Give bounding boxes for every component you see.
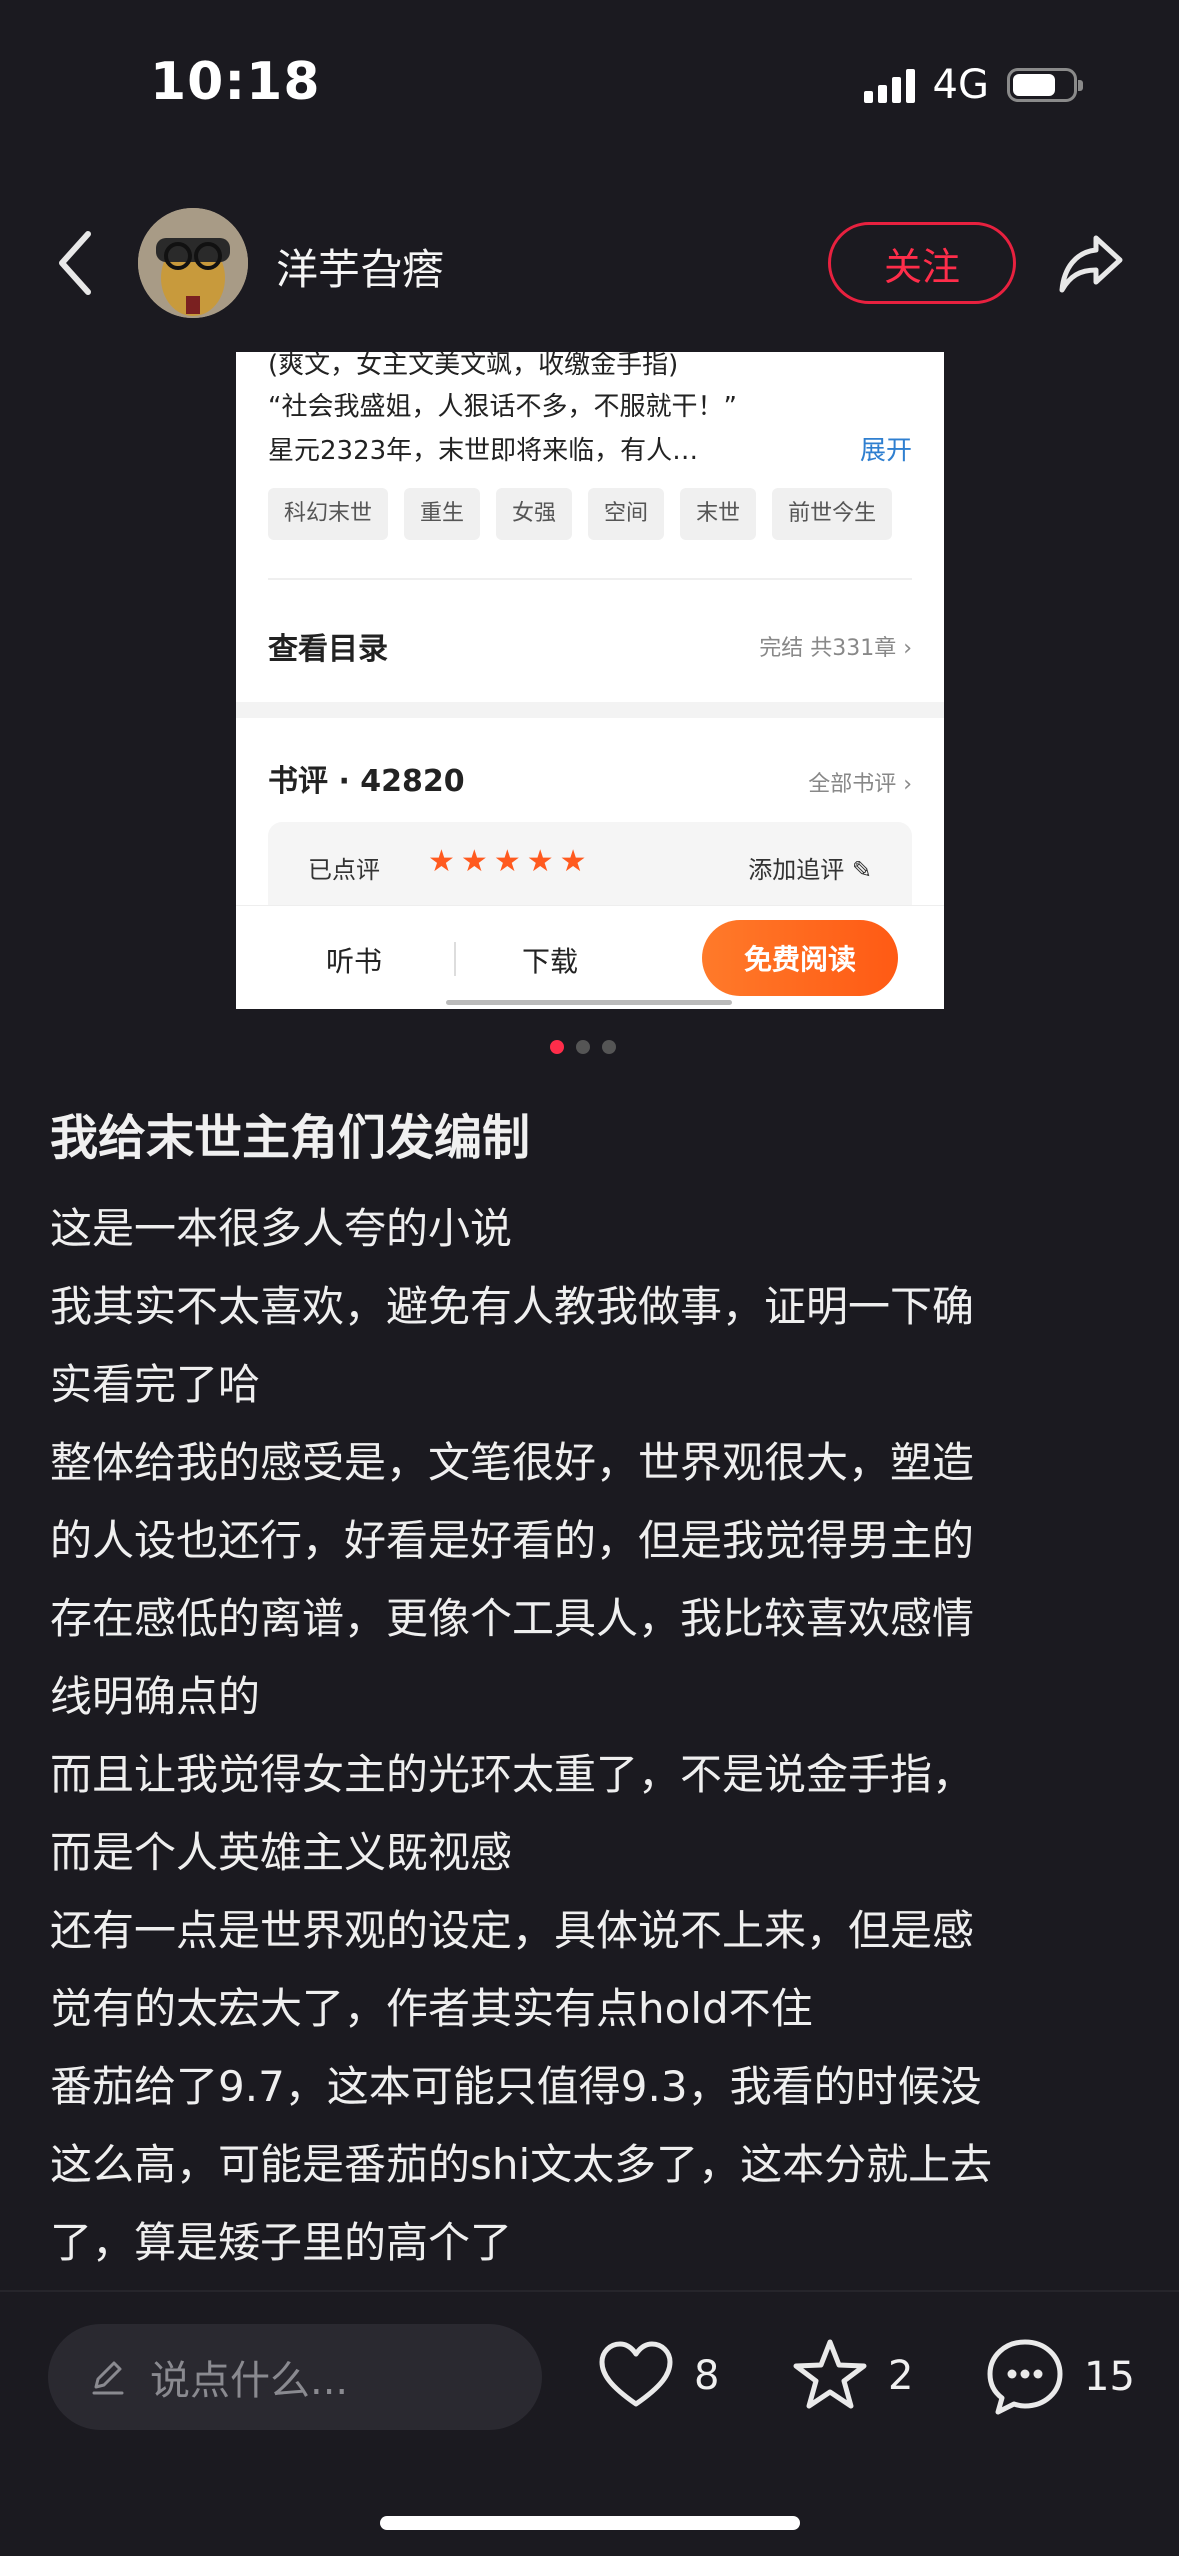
status-time: 10:18 <box>150 52 321 112</box>
username[interactable]: 洋芋旮瘩 <box>276 236 444 297</box>
post-line: 而且让我觉得女主的光环太重了，不是说金手指， <box>50 1750 975 1799</box>
favorite-count: 2 <box>888 2353 914 2399</box>
post-line: 我其实不太喜欢，避免有人教我做事，证明一下确 <box>50 1282 975 1331</box>
divider <box>454 942 456 976</box>
post-line: 的人设也还行，好看是好看的，但是我觉得男主的 <box>50 1516 975 1565</box>
like-count: 8 <box>694 2353 720 2399</box>
pencil-icon <box>92 2361 124 2395</box>
post-line: 这是一本很多人夸的小说 <box>50 1204 513 1253</box>
back-icon[interactable] <box>54 228 94 298</box>
star-icon: ★ <box>428 844 455 879</box>
post-line: 而是个人英雄主义既视感 <box>50 1828 513 1877</box>
tag[interactable]: 前世今生 <box>772 488 893 540</box>
star-icon: ★ <box>526 844 554 879</box>
card-desc-line: 星元2323年，末世即将来临，有人… <box>268 436 699 466</box>
tag[interactable]: 空间 <box>588 488 665 540</box>
catalog-label[interactable]: 查看目录 <box>268 624 388 668</box>
comment-placeholder: 说点什么... <box>150 2358 349 2404</box>
star-icon <box>793 2339 867 2409</box>
share-icon[interactable] <box>1056 228 1126 298</box>
pager-dot[interactable] <box>550 1040 564 1054</box>
post-line: 线明确点的 <box>50 1672 261 1721</box>
star-rating: ★ ★ ★ ★ ★ <box>428 844 587 880</box>
battery-icon <box>1007 68 1083 102</box>
comment-count: 15 <box>1084 2354 1135 2400</box>
all-reviews-link[interactable]: 全部书评 › <box>808 766 912 798</box>
book-card-image[interactable]: (爽文，女主文美文飒，收缴金手指) “社会我盛姐，人狠话不多，不服就干！” 星元… <box>236 352 944 1009</box>
post-line: 了，算是矮子里的高个了 <box>50 2218 513 2267</box>
favorite-button[interactable]: 2 <box>790 2336 913 2416</box>
status-indicators: 4G <box>863 62 1083 108</box>
free-read-button[interactable]: 免费阅读 <box>702 920 898 996</box>
listen-button[interactable]: 听书 <box>326 940 382 980</box>
divider <box>0 2290 1179 2292</box>
tag[interactable]: 末世 <box>680 488 757 540</box>
pager-dot[interactable] <box>602 1040 616 1054</box>
divider <box>236 702 944 718</box>
follow-button[interactable]: 关注 <box>828 222 1016 304</box>
rated-label: 已点评 <box>308 856 380 884</box>
like-button[interactable]: 8 <box>596 2336 719 2416</box>
image-pager <box>550 1040 616 1054</box>
post-line: 觉有的太宏大了，作者其实有点hold不住 <box>50 1984 813 2033</box>
post-title: 我给末世主角们发编制 <box>50 1110 531 1166</box>
comment-button[interactable]: 15 <box>984 2336 1135 2418</box>
home-indicator <box>380 2516 800 2530</box>
network-type: 4G <box>932 62 989 108</box>
signal-icon <box>863 67 915 103</box>
post-line: 实看完了哈 <box>50 1360 261 1409</box>
post-line: 还有一点是世界观的设定，具体说不上来，但是感 <box>50 1906 975 1955</box>
card-bottom-bar: 听书 下载 免费阅读 <box>236 905 944 1009</box>
comment-icon <box>987 2339 1063 2415</box>
divider <box>268 578 912 580</box>
post-line: 番茄给了9.7，这本可能只值得9.3，我看的时候没 <box>50 2062 982 2111</box>
post-line: 这么高，可能是番茄的shi文太多了，这本分就上去 <box>50 2140 993 2189</box>
card-desc-line: (爽文，女主文美文飒，收缴金手指) <box>268 352 679 380</box>
catalog-meta[interactable]: 完结 共331章 › <box>759 630 912 662</box>
post-line: 整体给我的感受是，文笔很好，世界观很大，塑造 <box>50 1438 975 1487</box>
tag[interactable]: 重生 <box>404 488 481 540</box>
post-body: 这是一本很多人夸的小说 我其实不太喜欢，避免有人教我做事，证明一下确 实看完了哈… <box>50 1190 1140 2282</box>
star-icon: ★ <box>460 844 488 879</box>
tag-list: 科幻末世 重生 女强 空间 末世 前世今生 <box>268 488 893 540</box>
heart-icon <box>599 2341 673 2407</box>
tag[interactable]: 女强 <box>496 488 573 540</box>
pencil-icon: ✎ <box>851 856 872 884</box>
comment-input[interactable]: 说点什么... <box>48 2324 542 2430</box>
card-home-indicator <box>446 1000 732 1005</box>
pager-dot[interactable] <box>576 1040 590 1054</box>
star-icon: ★ <box>559 844 587 879</box>
download-button[interactable]: 下载 <box>522 940 578 980</box>
card-desc-line: “社会我盛姐，人狠话不多，不服就干！” <box>268 392 737 422</box>
avatar[interactable] <box>138 208 248 318</box>
add-review-link[interactable]: 添加追评 ✎ <box>748 850 872 885</box>
star-icon: ★ <box>493 844 521 879</box>
expand-link[interactable]: 展开 <box>860 430 912 467</box>
tag[interactable]: 科幻末世 <box>268 488 389 540</box>
review-title: 书评 · 42820 <box>268 764 465 799</box>
post-line: 存在感低的离谱，更像个工具人，我比较喜欢感情 <box>50 1594 975 1643</box>
add-review-label: 添加追评 <box>748 856 845 884</box>
